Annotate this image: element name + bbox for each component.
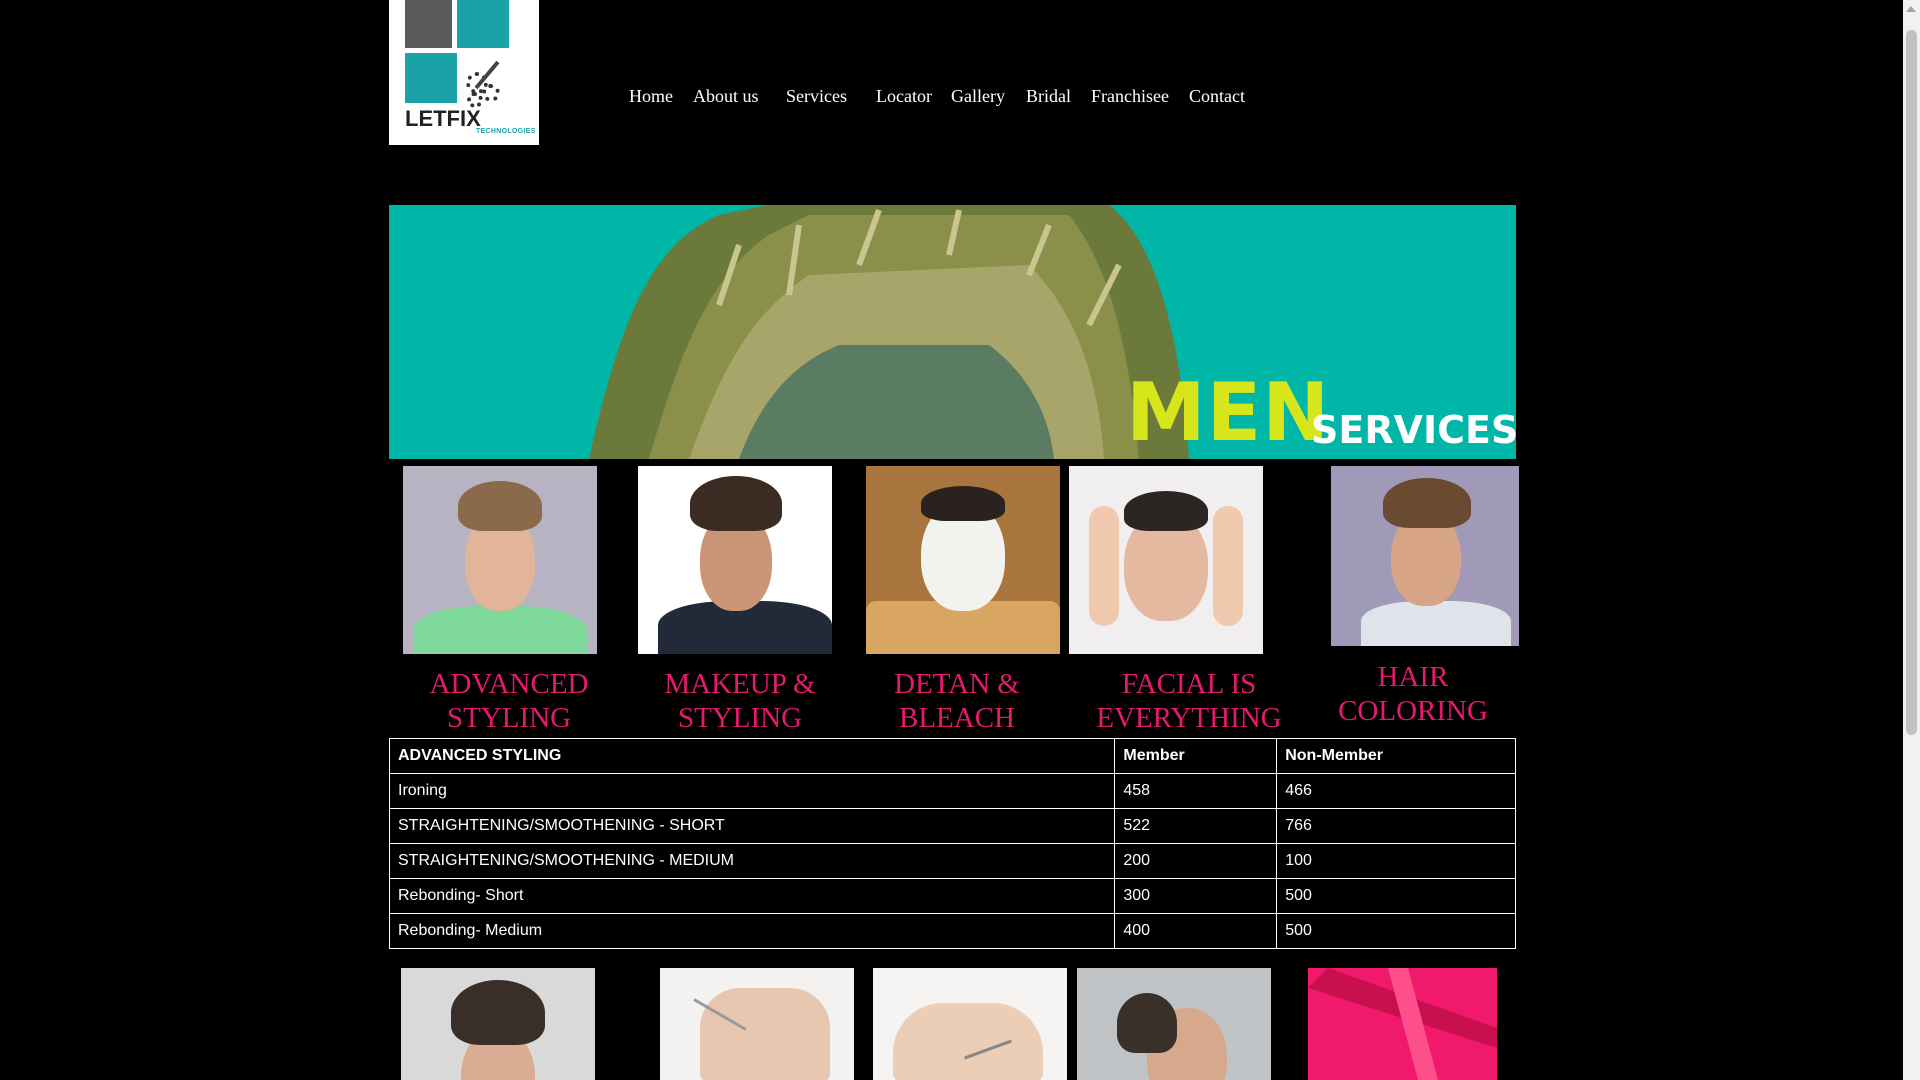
service-caption-detan-bleach[interactable]: DETAN & BLEACH — [853, 667, 1061, 735]
service-caption-advanced-styling[interactable]: ADVANCED STYLING — [405, 667, 613, 735]
table-header-non-member: Non-Member — [1276, 738, 1516, 774]
promo-tile[interactable] — [1308, 968, 1497, 1080]
nav-gallery[interactable]: Gallery — [951, 86, 1005, 107]
nav-bridal[interactable]: Bridal — [1026, 86, 1071, 107]
men-services-banner: MEN SERVICES — [389, 205, 1516, 459]
service-caption-makeup-styling[interactable]: MAKEUP & STYLING — [636, 667, 844, 735]
pedicure-photo[interactable] — [873, 968, 1067, 1080]
site-logo[interactable]: LETFIX TECHNOLOGIES — [389, 0, 539, 145]
table-cell-member: 200 — [1114, 843, 1278, 879]
table-cell-service: STRAIGHTENING/SMOOTHENING - SHORT — [388, 808, 1116, 844]
price-table: ADVANCED STYLING Member Non-Member Ironi… — [388, 738, 1516, 949]
table-cell-non-member: 500 — [1276, 878, 1516, 914]
service-caption-hair-coloring[interactable]: HAIR COLORING — [1309, 660, 1517, 728]
nav-franchisee[interactable]: Franchisee — [1091, 86, 1169, 107]
banner-subheadline: SERVICES — [1311, 408, 1516, 452]
table-cell-member: 522 — [1114, 808, 1278, 844]
hair-wash-photo[interactable] — [1077, 968, 1271, 1080]
table-cell-non-member: 500 — [1276, 913, 1516, 949]
table-cell-service: Rebonding- Medium — [388, 913, 1116, 949]
nav-services[interactable]: Services — [786, 86, 847, 107]
table-cell-service: Ironing — [388, 773, 1116, 809]
table-cell-member: 300 — [1114, 878, 1278, 914]
logo-square-teal-bottom — [405, 53, 457, 103]
hairstyle-photo[interactable] — [401, 968, 595, 1080]
nav-locator[interactable]: Locator — [876, 86, 932, 107]
scroll-up-arrow-icon[interactable] — [1906, 6, 1916, 12]
table-cell-member: 458 — [1114, 773, 1278, 809]
nav-home[interactable]: Home — [629, 86, 673, 107]
table-cell-non-member: 466 — [1276, 773, 1516, 809]
scrollbar-thumb[interactable] — [1906, 30, 1917, 735]
table-row: STRAIGHTENING/SMOOTHENING - SHORT 522 76… — [388, 808, 1516, 844]
nav-about-us[interactable]: About us — [693, 86, 759, 107]
logo-tagline: TECHNOLOGIES — [476, 128, 536, 135]
table-cell-service: STRAIGHTENING/SMOOTHENING - MEDIUM — [388, 843, 1116, 879]
logo-wordmark: LETFIX — [405, 106, 481, 131]
table-row: STRAIGHTENING/SMOOTHENING - MEDIUM 200 1… — [388, 843, 1516, 879]
table-cell-member: 400 — [1114, 913, 1278, 949]
banner-headline: MEN — [1126, 366, 1331, 459]
table-header-row: ADVANCED STYLING Member Non-Member — [388, 738, 1516, 774]
nav-contact[interactable]: Contact — [1189, 86, 1245, 107]
page-scrollbar[interactable] — [1903, 0, 1920, 1080]
table-cell-service: Rebonding- Short — [388, 878, 1116, 914]
advanced-styling-photo[interactable] — [403, 466, 597, 654]
detan-bleach-photo[interactable] — [866, 466, 1060, 654]
logo-square-grey — [405, 0, 452, 48]
table-row: Rebonding- Medium 400 500 — [388, 913, 1516, 949]
logo-square-teal-top — [457, 0, 509, 48]
manicure-photo[interactable] — [660, 968, 854, 1080]
service-caption-facial[interactable]: FACIAL IS EVERYTHING — [1074, 667, 1304, 735]
hair-coloring-photo[interactable] — [1331, 466, 1519, 646]
table-header-member: Member — [1114, 738, 1278, 774]
gear-icon — [482, 84, 500, 102]
table-row: Ironing 458 466 — [388, 773, 1516, 809]
table-cell-non-member: 766 — [1276, 808, 1516, 844]
table-header-service: ADVANCED STYLING — [388, 738, 1116, 774]
facial-photo[interactable] — [1069, 466, 1263, 654]
makeup-styling-photo[interactable] — [638, 466, 832, 654]
table-row: Rebonding- Short 300 500 — [388, 878, 1516, 914]
table-cell-non-member: 100 — [1276, 843, 1516, 879]
